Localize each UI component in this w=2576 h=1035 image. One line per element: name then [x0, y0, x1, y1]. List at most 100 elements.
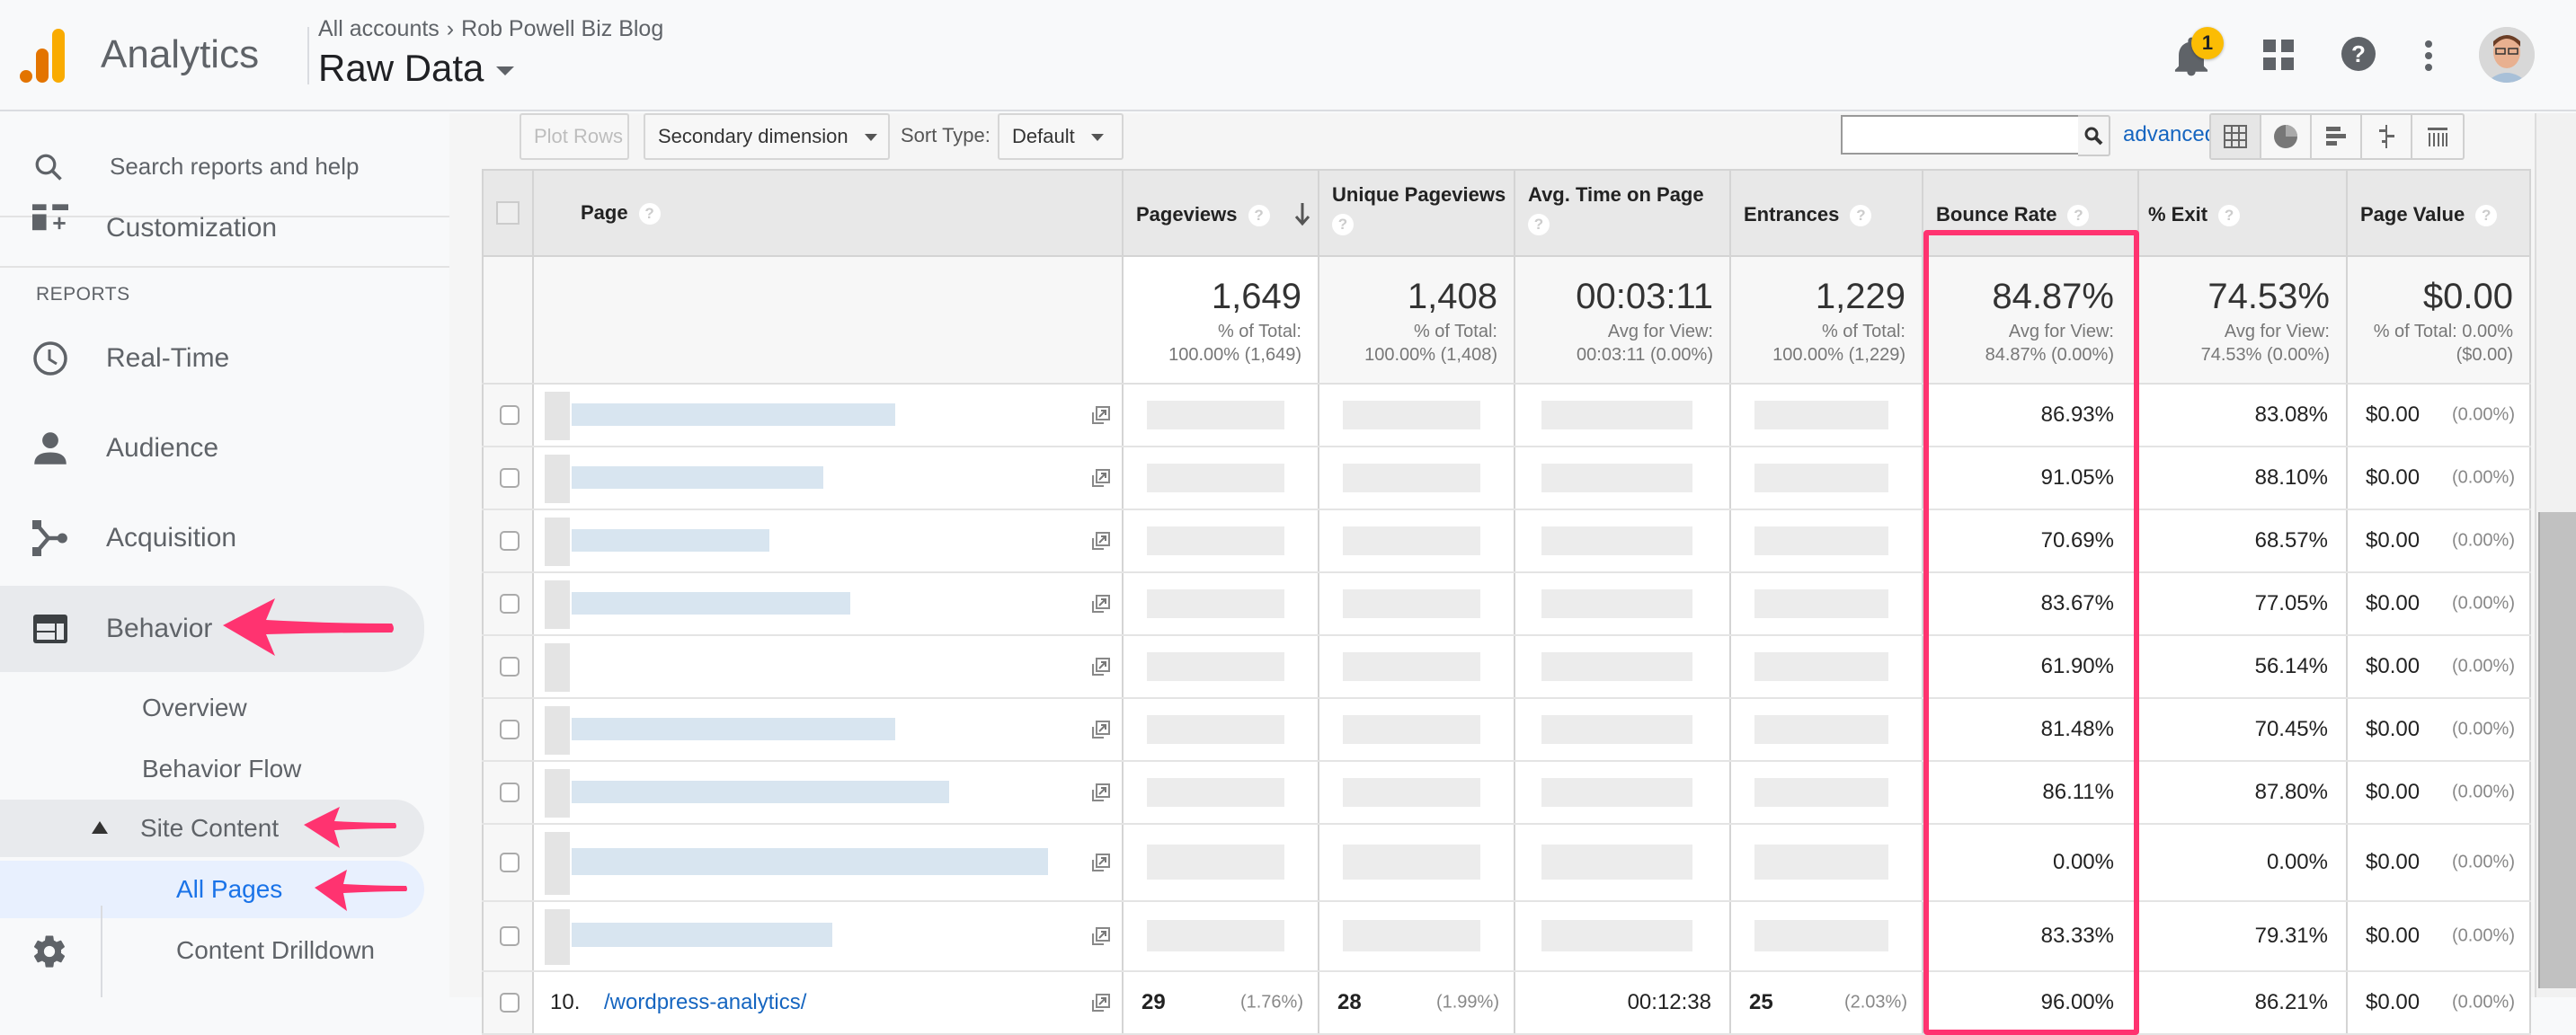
- open-page-icon[interactable]: [1091, 720, 1111, 739]
- help-icon[interactable]: ?: [1850, 205, 1872, 227]
- select-all-checkbox[interactable]: [496, 201, 520, 225]
- redacted-page-link[interactable]: [572, 403, 895, 426]
- help-icon[interactable]: ?: [1332, 214, 1354, 235]
- open-page-icon[interactable]: [1091, 468, 1111, 488]
- pie-view-button[interactable]: [2261, 115, 2312, 158]
- exit-cell: 68.57%: [2139, 510, 2348, 571]
- table-view-button[interactable]: [2211, 115, 2261, 158]
- help-icon[interactable]: ?: [1528, 214, 1550, 235]
- redacted-value: [1343, 401, 1480, 429]
- redacted-page-link[interactable]: [572, 529, 769, 552]
- redacted-page-link[interactable]: [572, 592, 850, 615]
- sidebar-item-site-content[interactable]: Site Content: [0, 800, 424, 857]
- row-checkbox[interactable]: [500, 853, 520, 872]
- table-search-input[interactable]: [1841, 115, 2080, 155]
- breadcrumb-account[interactable]: Rob Powell Biz Blog: [461, 16, 663, 41]
- header-bounce-rate[interactable]: Bounce Rate?: [1923, 171, 2139, 255]
- pie-view-icon: [2274, 125, 2297, 148]
- row-checkbox[interactable]: [500, 405, 520, 425]
- avatar[interactable]: [2479, 27, 2535, 83]
- open-page-icon[interactable]: [1091, 657, 1111, 677]
- page-value-percent: (0.00%): [2451, 992, 2515, 1013]
- redacted-index: [545, 580, 570, 629]
- sort-type-dropdown[interactable]: Default: [998, 113, 1124, 160]
- row-select-cell: [482, 825, 534, 900]
- open-page-icon[interactable]: [1091, 926, 1111, 946]
- view-selector[interactable]: Raw Data: [318, 47, 515, 90]
- header-page-value[interactable]: Page Value?: [2348, 171, 2531, 255]
- sidebar-item-realtime[interactable]: Real-Time: [0, 318, 424, 399]
- row-checkbox[interactable]: [500, 720, 520, 739]
- vertical-scrollbar[interactable]: [2535, 113, 2576, 997]
- redacted-value: [1754, 778, 1889, 807]
- help-icon[interactable]: ?: [638, 203, 661, 226]
- row-checkbox[interactable]: [500, 926, 520, 946]
- open-page-icon[interactable]: [1091, 594, 1111, 614]
- open-page-icon[interactable]: [1091, 531, 1111, 551]
- performance-view-button[interactable]: [2312, 115, 2362, 158]
- row-checkbox[interactable]: [500, 468, 520, 488]
- row-checkbox[interactable]: [500, 594, 520, 614]
- row-checkbox[interactable]: [500, 531, 520, 551]
- exit-value: 88.10%: [2254, 465, 2328, 490]
- redacted-page-link[interactable]: [572, 848, 1048, 875]
- plot-rows-button[interactable]: Plot Rows: [520, 113, 629, 160]
- header-unique-pageviews[interactable]: Unique Pageviews ?: [1319, 171, 1515, 255]
- bounce-rate-cell: 70.69%: [1923, 510, 2139, 571]
- help-icon[interactable]: ?: [2218, 205, 2241, 227]
- row-checkbox[interactable]: [500, 783, 520, 802]
- sidebar-item-overview[interactable]: Overview: [0, 677, 424, 739]
- sidebar-item-acquisition[interactable]: Acquisition: [0, 498, 424, 579]
- redacted-page-link[interactable]: [572, 923, 832, 947]
- breadcrumb[interactable]: All accounts › Rob Powell Biz Blog: [318, 16, 663, 42]
- unique-pageviews-cell: [1319, 762, 1515, 823]
- help-icon[interactable]: ?: [1248, 205, 1270, 227]
- help-icon[interactable]: ?: [2475, 205, 2498, 227]
- redacted-index: [545, 392, 570, 440]
- open-page-icon[interactable]: [1091, 405, 1111, 425]
- comparison-view-button[interactable]: [2362, 115, 2412, 158]
- gear-icon[interactable]: [31, 933, 68, 970]
- column-label: % Exit: [2148, 203, 2208, 226]
- open-page-icon[interactable]: [1091, 783, 1111, 802]
- column-label: Page: [581, 201, 628, 224]
- row-checkbox[interactable]: [500, 657, 520, 677]
- header-exit[interactable]: % Exit?: [2139, 171, 2348, 255]
- redacted-page-link[interactable]: [572, 781, 949, 803]
- advanced-filter-link[interactable]: advanced: [2123, 122, 2216, 147]
- redacted-page-link[interactable]: [572, 466, 823, 489]
- row-checkbox[interactable]: [500, 993, 520, 1013]
- header-select-all[interactable]: [482, 171, 534, 255]
- header-entrances[interactable]: Entrances?: [1731, 171, 1923, 255]
- header-avg-time[interactable]: Avg. Time on Page ?: [1515, 171, 1731, 255]
- sidebar-item-behavior[interactable]: Behavior: [0, 586, 424, 672]
- header-page[interactable]: Page?: [534, 171, 1124, 255]
- scrollbar-thumb[interactable]: [2538, 512, 2576, 988]
- redacted-value: [1754, 526, 1889, 555]
- sidebar-item-all-pages[interactable]: All Pages: [0, 861, 424, 918]
- help-icon[interactable]: ?: [2067, 205, 2090, 227]
- sidebar-item-customization[interactable]: Customization: [0, 203, 424, 253]
- open-page-icon[interactable]: [1091, 853, 1111, 872]
- page-value-cell: $0.00 (0.00%): [2348, 573, 2531, 634]
- secondary-dimension-dropdown[interactable]: Secondary dimension: [644, 113, 890, 160]
- page-value: $0.00: [2366, 528, 2421, 553]
- help-icon[interactable]: ?: [2341, 36, 2376, 72]
- open-page-icon[interactable]: [1091, 993, 1111, 1013]
- pivot-view-button[interactable]: [2412, 115, 2463, 158]
- sidebar-search[interactable]: Search reports and help: [0, 140, 449, 194]
- apps-grid-icon[interactable]: [2263, 40, 2294, 70]
- view-type-toggle: [2209, 113, 2465, 160]
- redacted-value: [1147, 845, 1284, 880]
- header-pageviews[interactable]: Pageviews?: [1124, 171, 1319, 255]
- sidebar-item-behavior-flow[interactable]: Behavior Flow: [0, 739, 424, 800]
- more-vert-icon[interactable]: [2420, 40, 2438, 72]
- breadcrumb-root[interactable]: All accounts: [318, 16, 440, 41]
- bounce-rate-value: 0.00%: [2052, 850, 2114, 874]
- analytics-logo[interactable]: [18, 27, 68, 83]
- summary-bounce-rate: 84.87% Avg for View: 84.87% (0.00%): [1923, 257, 2139, 383]
- sidebar-item-audience[interactable]: Audience: [0, 408, 424, 489]
- page-link[interactable]: /wordpress-analytics/: [604, 990, 806, 1015]
- redacted-page-link[interactable]: [572, 718, 895, 740]
- table-search-button[interactable]: [2078, 115, 2110, 156]
